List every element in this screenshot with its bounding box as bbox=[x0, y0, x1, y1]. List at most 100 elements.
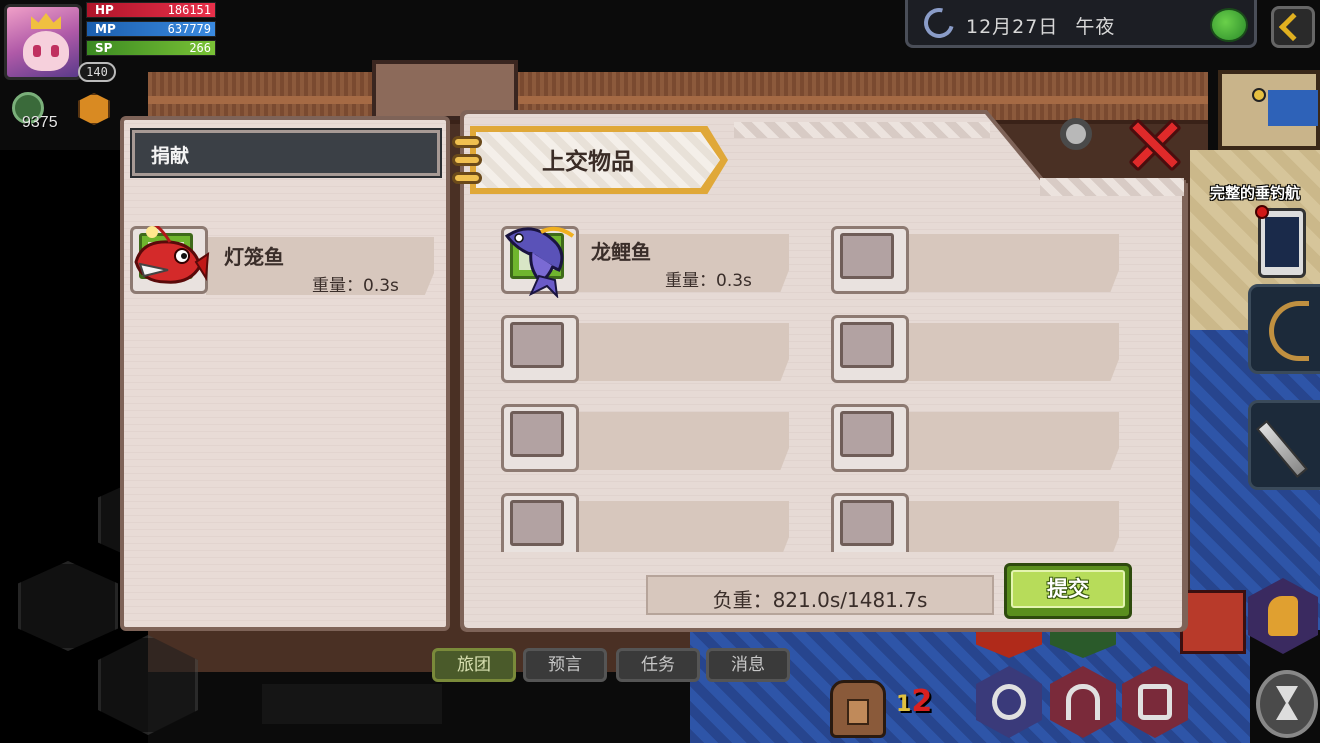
lantern-fish-icon bbox=[134, 226, 210, 284]
hp-label: HP bbox=[95, 3, 114, 17]
close-button[interactable] bbox=[1126, 118, 1182, 172]
quest-label: 完整的垂钓航 bbox=[1210, 184, 1301, 202]
sp-bar: SP 266 bbox=[86, 40, 216, 56]
sword-button[interactable] bbox=[1248, 400, 1320, 490]
submit-title: 上交物品 bbox=[542, 149, 634, 175]
submit-slot-1[interactable] bbox=[501, 226, 581, 298]
avatar-face bbox=[23, 31, 69, 71]
mp-label: MP bbox=[95, 22, 116, 36]
submit-slot-3[interactable] bbox=[501, 315, 581, 385]
chat-tab-guild[interactable]: 旅团 bbox=[432, 648, 516, 682]
arch-icon bbox=[1066, 684, 1100, 720]
slot-tag bbox=[905, 323, 1119, 381]
slot-tag bbox=[575, 412, 789, 470]
player-avatar[interactable] bbox=[4, 4, 82, 80]
donate-item-name: 灯笼鱼 bbox=[224, 245, 284, 269]
slot-tag bbox=[575, 323, 789, 381]
moon-icon bbox=[918, 2, 960, 44]
binder-ring-icon bbox=[452, 136, 482, 148]
sp-value: 266 bbox=[189, 41, 211, 55]
backpack-icon[interactable] bbox=[830, 680, 886, 738]
submit-slot-4[interactable] bbox=[831, 315, 911, 385]
time-of-day: 午夜 bbox=[1075, 16, 1116, 38]
slot-inner bbox=[840, 322, 894, 368]
binder-ring-icon bbox=[452, 154, 482, 166]
mp-bar: MP 637779 bbox=[86, 21, 216, 37]
date-time: 12月27日 午夜 bbox=[966, 12, 1115, 39]
chat-tab-quest[interactable]: 任务 bbox=[616, 648, 700, 682]
horse-icon bbox=[1268, 596, 1298, 636]
binder-ring-icon bbox=[452, 172, 482, 184]
chat-tab-prophecy[interactable]: 预言 bbox=[523, 648, 607, 682]
slot-inner bbox=[510, 411, 564, 457]
slot-tag bbox=[905, 501, 1119, 552]
load-display: 负重：821.0s/1481.7s bbox=[646, 575, 994, 615]
crate-icon[interactable] bbox=[1180, 590, 1246, 654]
submit-slot-5[interactable] bbox=[501, 404, 581, 474]
crown-icon bbox=[31, 13, 61, 29]
donate-item-slot[interactable] bbox=[130, 226, 210, 296]
sp-label: SP bbox=[95, 41, 113, 55]
hourglass-icon[interactable] bbox=[1256, 670, 1318, 738]
hourglass-glass bbox=[1276, 686, 1298, 720]
notification-pin-icon bbox=[1255, 205, 1269, 219]
slot-tag bbox=[905, 234, 1119, 292]
panel-stripe bbox=[1040, 178, 1184, 196]
hp-bar: HP 186151 bbox=[86, 2, 216, 18]
dpad-down[interactable] bbox=[98, 635, 198, 735]
donation-panel: 捐献 bbox=[120, 116, 450, 631]
bag-count: 12 bbox=[896, 684, 932, 719]
eye bbox=[33, 45, 41, 57]
panel-stripe bbox=[734, 122, 990, 138]
slot-inner bbox=[840, 411, 894, 457]
minimap-room bbox=[1218, 70, 1320, 150]
exit-button[interactable] bbox=[1271, 6, 1315, 48]
submit-slot-2[interactable] bbox=[831, 226, 911, 296]
hp-value: 186151 bbox=[167, 3, 211, 17]
slot-inner bbox=[510, 322, 564, 368]
chat-box[interactable] bbox=[262, 684, 442, 724]
submit-label: 提交 bbox=[1047, 577, 1089, 601]
phone-screen bbox=[1265, 217, 1299, 267]
dragon-carp-icon bbox=[504, 226, 575, 298]
bow-button[interactable] bbox=[1248, 284, 1320, 374]
level-badge: 140 bbox=[78, 62, 116, 82]
donation-header: 捐献 bbox=[130, 128, 442, 178]
settings-wheel-icon bbox=[992, 684, 1026, 720]
coin-count: 9375 bbox=[22, 114, 58, 131]
slot-tag bbox=[575, 501, 789, 552]
gear-icon bbox=[1060, 118, 1092, 150]
network-icon[interactable] bbox=[1210, 8, 1248, 42]
bow-icon bbox=[1269, 301, 1309, 361]
wall-trim bbox=[148, 96, 1208, 104]
phone-icon[interactable] bbox=[1255, 205, 1306, 278]
eye bbox=[51, 45, 59, 57]
chat-tab-messages[interactable]: 消息 bbox=[706, 648, 790, 682]
submit-slot-7[interactable] bbox=[501, 493, 581, 552]
slot-1-weight: 重量：0.3s bbox=[665, 271, 752, 291]
exit-arrow-icon bbox=[1278, 12, 1308, 42]
submit-slot-6[interactable] bbox=[831, 404, 911, 474]
submit-slot-8[interactable] bbox=[831, 493, 911, 552]
mp-value: 637779 bbox=[167, 22, 211, 36]
bag-count-small: 1 bbox=[896, 692, 912, 717]
time-bar: 12月27日 午夜 bbox=[905, 0, 1257, 48]
slot-tag bbox=[905, 412, 1119, 470]
bag-count-main: 2 bbox=[911, 684, 933, 719]
load-text: 负重：821.0s/1481.7s bbox=[712, 588, 928, 612]
slot-1-name: 龙鲤鱼 bbox=[591, 240, 651, 264]
date-text: 12月27日 bbox=[966, 16, 1059, 38]
backpack-strap bbox=[847, 699, 869, 725]
submit-button[interactable]: 提交 bbox=[1004, 563, 1132, 619]
donation-title: 捐献 bbox=[151, 145, 190, 167]
slot-inner bbox=[840, 500, 894, 546]
slot-inner bbox=[840, 233, 894, 279]
dpad-left[interactable] bbox=[18, 561, 118, 651]
sword-icon bbox=[1256, 419, 1308, 479]
pool bbox=[1268, 90, 1318, 126]
submit-title-tab: 上交物品 bbox=[452, 126, 738, 194]
chest-icon bbox=[1138, 684, 1172, 720]
lamp bbox=[1252, 88, 1266, 102]
slot-inner bbox=[510, 500, 564, 546]
submit-slot-grid[interactable]: 龙鲤鱼 重量：0.3s bbox=[495, 222, 1135, 552]
